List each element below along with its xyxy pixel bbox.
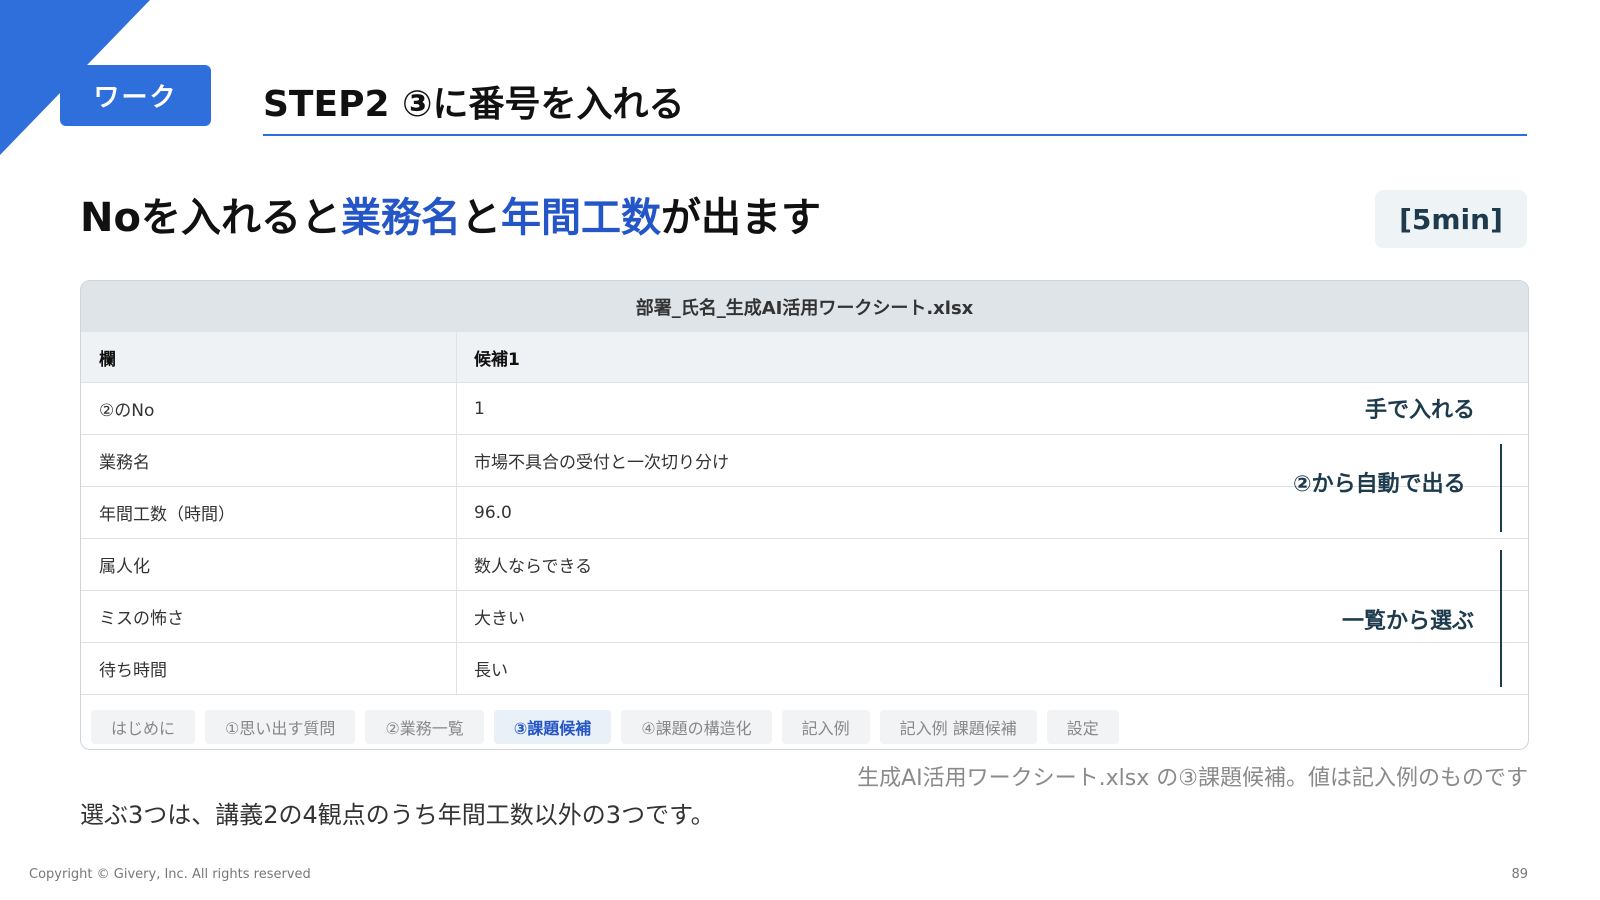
note-auto-fill: ②から自動で出る <box>1293 472 1466 497</box>
page-number: 89 <box>1511 867 1528 882</box>
time-badge: [5min] <box>1375 190 1527 248</box>
headline: Noを入れると業務名と年間工数が出ます <box>80 185 821 243</box>
sheet-tab-settings[interactable]: 設定 <box>1046 709 1119 744</box>
note-manual-entry: 手で入れる <box>1365 398 1476 423</box>
copyright: Copyright © Givery, Inc. All rights rese… <box>29 867 311 882</box>
worksheet-preview: 部署_氏名_生成AI活用ワークシート.xlsx 欄 候補1 ②のNo 1 業務名… <box>80 280 1529 750</box>
bracket-select-from-list <box>1500 550 1502 687</box>
sheet-tab-example-issue-candidates[interactable]: 記入例 課題候補 <box>879 709 1037 744</box>
row-label: 属人化 <box>81 539 457 590</box>
sheet-tab-issue-candidates[interactable]: ③課題候補 <box>493 709 612 744</box>
row-label: 待ち時間 <box>81 643 457 694</box>
note-select-from-list: 一覧から選ぶ <box>1342 609 1475 634</box>
sheet-header-row: 欄 候補1 <box>81 332 1528 383</box>
image-caption: 生成AI活用ワークシート.xlsx の③課題候補。値は記入例のものです <box>857 766 1528 791</box>
row-value-cell[interactable]: 長い <box>457 643 1528 694</box>
title-underline <box>263 134 1527 136</box>
table-row: 待ち時間 長い <box>81 643 1528 695</box>
column-header-field: 欄 <box>81 332 457 382</box>
headline-part2: と <box>460 195 501 241</box>
table-row: 属人化 数人ならできる <box>81 539 1528 591</box>
headline-highlight-task-name: 業務名 <box>340 195 461 241</box>
bracket-auto-fill <box>1500 444 1502 532</box>
sheet-filename: 部署_氏名_生成AI活用ワークシート.xlsx <box>81 281 1528 332</box>
work-badge: ワーク <box>60 65 211 126</box>
sheet-tab-example[interactable]: 記入例 <box>781 709 870 744</box>
step-title: STEP2 ③に番号を入れる <box>263 84 685 125</box>
sheet-tab-task-list[interactable]: ②業務一覧 <box>365 709 484 744</box>
column-header-candidate1: 候補1 <box>474 349 520 370</box>
sheet-tab-intro[interactable]: はじめに <box>91 709 196 744</box>
sheet-tab-bar: はじめに ①思い出す質問 ②業務一覧 ③課題候補 ④課題の構造化 記入例 記入例… <box>81 704 1528 749</box>
row-value-cell[interactable]: 数人ならできる <box>457 539 1528 590</box>
headline-highlight-annual-hours: 年間工数 <box>500 195 661 241</box>
row-label: ミスの怖さ <box>81 591 457 642</box>
row-label: ②のNo <box>81 383 457 434</box>
sheet-tab-recall-questions[interactable]: ①思い出す質問 <box>205 709 356 744</box>
headline-part3: が出ます <box>660 195 821 241</box>
sheet-tab-issue-structure[interactable]: ④課題の構造化 <box>621 709 772 744</box>
row-label: 業務名 <box>81 435 457 486</box>
table-row: ②のNo 1 <box>81 383 1528 435</box>
row-label: 年間工数（時間） <box>81 487 457 538</box>
table-row: ミスの怖さ 大きい <box>81 591 1528 643</box>
headline-part1: Noを入れると <box>80 195 341 241</box>
body-text: 選ぶ3つは、講義2の4観点のうち年間工数以外の3つです。 <box>80 801 715 829</box>
